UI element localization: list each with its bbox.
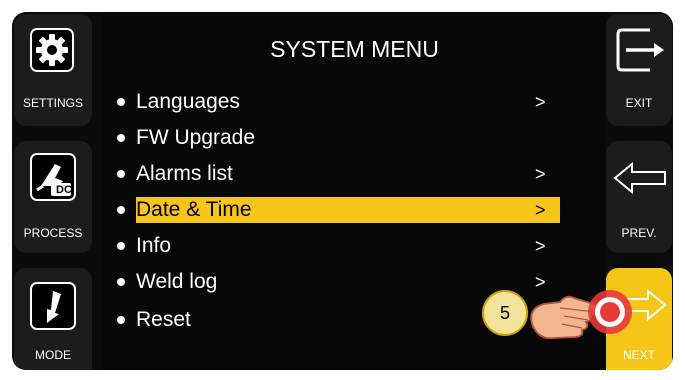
- page-title: SYSTEM MENU: [270, 36, 439, 62]
- settings-button[interactable]: SETTINGS: [14, 14, 92, 126]
- bullet-icon: [117, 316, 125, 324]
- menu-item-label: Date & Time: [136, 198, 252, 221]
- bullet-icon: [117, 134, 125, 142]
- torch-mode-icon: [30, 282, 76, 330]
- process-button[interactable]: DC PROCESS: [14, 141, 92, 253]
- menu-item-label: Info: [136, 234, 172, 257]
- pointing-hand-icon: [520, 282, 640, 351]
- submenu-arrow: >: [535, 200, 546, 220]
- menu-item-label: Weld log: [136, 270, 218, 293]
- menu-item-label: Reset: [136, 308, 191, 331]
- menu-item-label: Alarms list: [136, 162, 233, 185]
- mode-button[interactable]: MODE: [14, 268, 92, 370]
- gear-icon: [30, 28, 74, 72]
- welding-torch-dc-icon: DC: [30, 153, 76, 201]
- settings-label: SETTINGS: [22, 96, 83, 110]
- exit-button[interactable]: EXIT: [606, 14, 672, 126]
- exit-label: EXIT: [625, 96, 653, 110]
- process-label: PROCESS: [23, 226, 83, 240]
- bullet-icon: [117, 206, 125, 214]
- submenu-arrow: >: [535, 236, 546, 256]
- bullet-icon: [117, 242, 125, 250]
- mode-label: MODE: [35, 348, 71, 362]
- step-number: 5: [499, 303, 510, 323]
- prev-button[interactable]: PREV.: [606, 141, 672, 253]
- menu-item-languages[interactable]: Languages >: [103, 88, 606, 116]
- menu-item-alarms-list[interactable]: Alarms list >: [103, 160, 606, 188]
- menu-item-label: FW Upgrade: [136, 126, 256, 149]
- menu-item-date-time[interactable]: Date & Time >: [103, 196, 606, 224]
- menu-item-label: Languages: [136, 90, 240, 113]
- arrow-left-outline-icon: [612, 161, 668, 200]
- menu-item-fw-upgrade[interactable]: FW Upgrade: [103, 124, 606, 152]
- submenu-arrow: >: [535, 164, 546, 184]
- dc-badge: DC: [56, 184, 72, 196]
- prev-label: PREV.: [621, 226, 657, 240]
- menu-item-info[interactable]: Info >: [103, 232, 606, 260]
- submenu-arrow: >: [535, 92, 546, 112]
- bullet-icon: [117, 170, 125, 178]
- bullet-icon: [117, 98, 125, 106]
- exit-arrow-icon: [614, 26, 670, 79]
- bullet-icon: [117, 278, 125, 286]
